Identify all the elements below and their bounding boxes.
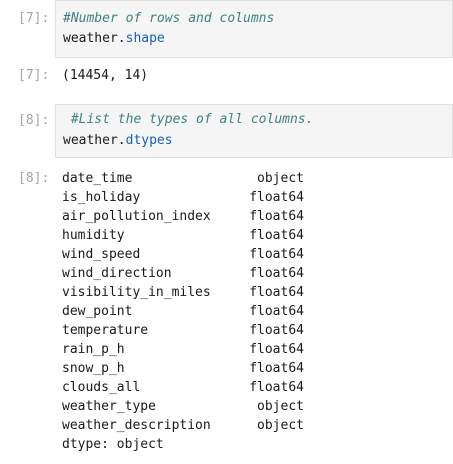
dtype-column-name: weather_type xyxy=(62,399,156,414)
dtype-row: weather_description object xyxy=(62,416,322,435)
code-comment: #Number of rows and columns xyxy=(63,11,275,26)
notebook-cell-7-input[interactable]: [7]: #Number of rows and columns weather… xyxy=(0,0,453,58)
code-statement: weather.dtypes xyxy=(63,131,173,150)
dtype-footer: dtype: object xyxy=(62,437,164,452)
code-comment: #List the types of all columns. xyxy=(63,112,314,127)
dtype-value: float64 xyxy=(249,380,304,395)
dtype-column-name: temperature xyxy=(62,323,149,338)
dtype-row: dew_point float64 xyxy=(62,302,322,321)
dtype-row: wind_direction float64 xyxy=(62,264,322,283)
dtype-value: float64 xyxy=(249,209,304,224)
output-prompt: [8]: xyxy=(18,171,50,186)
dtype-row: humidity float64 xyxy=(62,226,322,245)
dtype-column-name: visibility_in_miles xyxy=(62,285,211,300)
code-object: weather xyxy=(63,31,118,46)
dtype-value: float64 xyxy=(249,228,304,243)
code-object: weather xyxy=(63,133,118,148)
dtype-row: snow_p_h float64 xyxy=(62,359,322,378)
output-text: (14454, 14) xyxy=(62,68,149,83)
dtype-value: float64 xyxy=(249,190,304,205)
code-attribute: dtypes xyxy=(125,133,173,148)
dtype-value: float64 xyxy=(249,304,304,319)
dtype-column-name: dew_point xyxy=(62,304,133,319)
input-prompt: [7]: xyxy=(18,11,50,26)
dtype-row: is_holiday float64 xyxy=(62,188,322,207)
dtype-column-name: is_holiday xyxy=(62,190,141,205)
input-prompt: [8]: xyxy=(18,113,50,128)
dtype-value: object xyxy=(257,418,304,433)
dtype-value: object xyxy=(257,399,304,414)
code-input-area[interactable]: #List the types of all columns. weather.… xyxy=(55,104,453,158)
code-statement: weather.shape xyxy=(63,29,165,48)
dtype-row: temperature float64 xyxy=(62,321,322,340)
notebook-cell-8-output: [8]: date_time object is_holiday float64 a… xyxy=(0,169,453,461)
code-dot: . xyxy=(117,133,126,148)
dtype-row: rain_p_h float64 xyxy=(62,340,322,359)
dtype-value: object xyxy=(257,171,304,186)
dtype-column-name: humidity xyxy=(62,228,125,243)
dtype-column-name: wind_speed xyxy=(62,247,141,262)
dtype-column-name: rain_p_h xyxy=(62,342,125,357)
dtype-value: float64 xyxy=(249,323,304,338)
dtype-row: visibility_in_miles float64 xyxy=(62,283,322,302)
dtype-column-name: wind_direction xyxy=(62,266,172,281)
dtype-column-name: snow_p_h xyxy=(62,361,125,376)
dtype-row: clouds_all float64 xyxy=(62,378,322,397)
dtype-row: weather_type object xyxy=(62,397,322,416)
dtype-value: float64 xyxy=(249,247,304,262)
dtype-value: float64 xyxy=(249,285,304,300)
code-input-area[interactable]: #Number of rows and columns weather.shap… xyxy=(55,0,453,58)
dtype-column-name: weather_description xyxy=(62,418,211,433)
notebook-cell-7-output: [7]: (14454, 14) xyxy=(0,66,453,88)
code-dot: . xyxy=(117,31,126,46)
dtype-column-name: air_pollution_index xyxy=(62,209,211,224)
dtype-row: air_pollution_index float64 xyxy=(62,207,322,226)
dtype-row: date_time object xyxy=(62,169,322,188)
dtype-row: wind_speed float64 xyxy=(62,245,322,264)
dtype-value: float64 xyxy=(249,361,304,376)
dtype-column-name: clouds_all xyxy=(62,380,141,395)
dtype-value: float64 xyxy=(249,342,304,357)
notebook-cell-8-input[interactable]: [8]: #List the types of all columns. wea… xyxy=(0,104,453,158)
dtype-column-name: date_time xyxy=(62,171,133,186)
code-attribute: shape xyxy=(125,31,165,46)
output-prompt: [7]: xyxy=(18,68,50,83)
dtype-value: float64 xyxy=(249,266,304,281)
